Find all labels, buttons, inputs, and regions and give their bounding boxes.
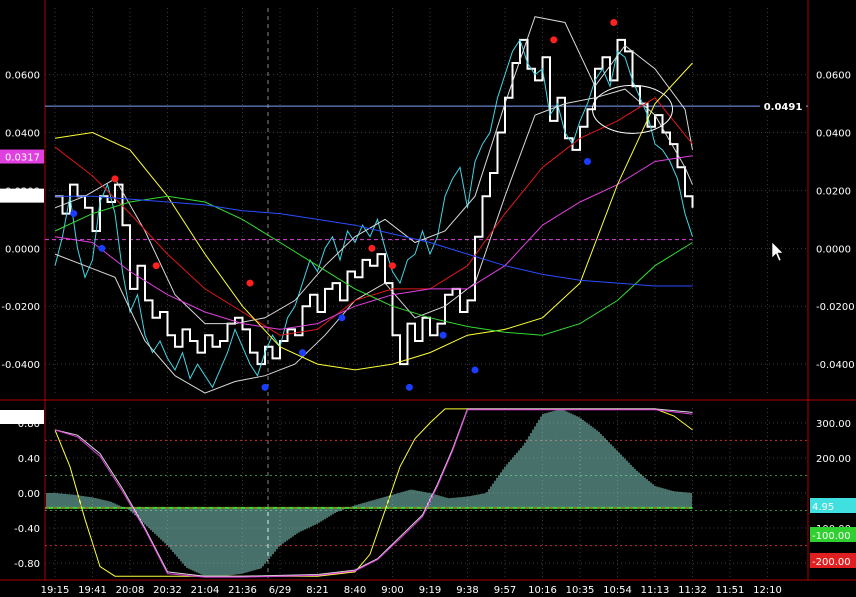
signal-marker-blue — [98, 244, 106, 252]
x-tick-label: 10:35 — [566, 585, 595, 596]
x-tick-label: 9:38 — [456, 585, 478, 596]
price-y-tick-right: -0.0400 — [816, 360, 855, 371]
x-tick-label: 8:21 — [306, 585, 328, 596]
x-tick-label: 21:36 — [228, 585, 257, 596]
price-y-tick-right: 0.0200 — [816, 186, 851, 197]
price-series-envelope-3 — [54, 16, 693, 325]
osc-y-tick-left: 0.00 — [18, 489, 40, 500]
price-y-tick-right: 0.0600 — [816, 71, 851, 82]
x-tick-label: 20:08 — [116, 585, 145, 596]
price-y-tick-left: -0.0400 — [1, 360, 40, 371]
osc-y-tick-right: 200.00 — [816, 454, 851, 465]
signal-marker-red — [389, 262, 396, 270]
price-series-envelope-2 — [54, 88, 693, 394]
osc-y-tick-right: 300.00 — [816, 419, 851, 430]
price-series-blue_wave-8 — [55, 195, 693, 287]
x-tick-label: 11:32 — [678, 585, 707, 596]
signal-marker-red — [152, 262, 160, 270]
signal-marker-red — [368, 244, 376, 252]
signal-marker-blue — [338, 314, 346, 322]
signal-marker-blue — [584, 157, 591, 165]
mouse-cursor-icon — [771, 241, 784, 262]
price-series-cyan-1 — [54, 38, 693, 389]
x-tick-label: 10:16 — [528, 585, 557, 596]
price-y-tick-right: 0.0000 — [816, 244, 851, 255]
osc-y-tick-left: 0.40 — [18, 454, 40, 465]
signal-marker-blue — [471, 366, 479, 374]
x-tick-label: 19:41 — [78, 585, 107, 596]
signal-marker-blue — [299, 349, 306, 357]
price-series-price-0 — [55, 38, 694, 366]
price-y-tick-left: 0.0000 — [5, 244, 40, 255]
osc-y-tick-left: -0.80 — [14, 559, 40, 570]
x-tick-label: 19:15 — [41, 585, 70, 596]
price-value-tag: 0.0182 — [5, 192, 40, 203]
price-series-yellow_wave-6 — [54, 62, 693, 371]
signal-marker-blue — [261, 383, 269, 391]
signal-marker-red — [246, 279, 254, 287]
trading-chart: 19:15 19:41 20:08 20:32 21:04 21:36 6/29 8:21 8:… — [0, 0, 856, 596]
x-tick-label: 10:54 — [603, 585, 632, 596]
osc-value-tag: 0.92 — [18, 413, 40, 424]
signal-marker-blue — [439, 331, 447, 339]
x-tick-label: 20:32 — [153, 585, 182, 596]
signal-marker-blue — [405, 383, 413, 391]
price-y-tick-left: -0.0200 — [1, 302, 40, 313]
signal-marker-blue — [70, 210, 78, 218]
x-tick-label: 9:19 — [419, 585, 441, 596]
price-y-tick-right: 0.0400 — [816, 129, 851, 140]
hist-value-tag: 4.95 — [812, 502, 834, 513]
x-tick-label: 6/29 — [269, 585, 291, 596]
osc-y-tick-left: -0.40 — [14, 524, 40, 535]
magenta-value-tag: 0.0317 — [5, 153, 40, 164]
x-tick-label: 12:10 — [753, 585, 782, 596]
x-tick-label: 11:13 — [641, 585, 670, 596]
x-tick-label: 9:00 — [381, 585, 403, 596]
price-y-tick-left: 0.0400 — [5, 129, 40, 140]
signal-marker-red — [111, 175, 119, 183]
x-tick-label: 21:04 — [191, 585, 220, 596]
minus-100-tag: -100.00 — [812, 531, 851, 542]
signal-marker-red — [550, 36, 558, 44]
x-tick-label: 9:57 — [494, 585, 516, 596]
x-tick-label: 8:40 — [344, 585, 366, 596]
signal-marker-red — [610, 18, 618, 26]
price-y-tick-left: 0.0600 — [5, 71, 40, 82]
x-tick-label: 11:51 — [716, 585, 745, 596]
minus-200-tag: -200.00 — [812, 557, 851, 568]
current-level-tag: 0.0491 — [764, 102, 803, 113]
annotation-ellipse — [592, 84, 673, 134]
price-y-tick-right: -0.0200 — [816, 302, 855, 313]
